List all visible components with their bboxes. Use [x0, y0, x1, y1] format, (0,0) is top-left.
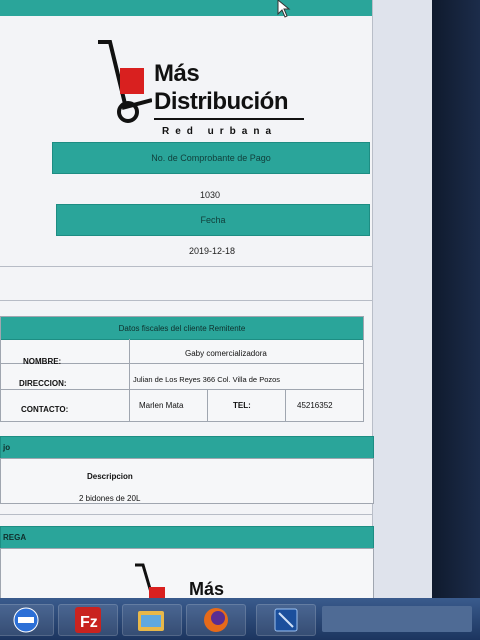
client-title-text: Datos fiscales del cliente Remitente — [118, 323, 246, 333]
items-section-label: jo — [3, 443, 11, 452]
entrega-content: Más — [0, 548, 374, 598]
mouse-cursor-icon — [277, 0, 291, 18]
screen: Más Distribución Red urbana No. de Compr… — [0, 0, 432, 598]
receipt-document: Más Distribución Red urbana No. de Compr… — [0, 0, 374, 598]
client-table-title: Datos fiscales del cliente Remitente — [1, 317, 363, 340]
comprobante-header: No. de Comprobante de Pago — [52, 142, 370, 174]
divider — [0, 514, 372, 515]
fecha-value: 2019-12-18 — [188, 246, 236, 256]
client-table: Datos fiscales del cliente Remitente NOM… — [0, 316, 364, 422]
comprobante-label: No. de Comprobante de Pago — [151, 153, 271, 163]
items-table: Descripcion 2 bidones de 20L — [0, 458, 374, 504]
tel-label: TEL: — [233, 400, 251, 410]
nombre-label: NOMBRE: — [23, 356, 62, 366]
handtruck-icon — [98, 40, 152, 123]
nombre-value: Gaby comercializadora — [185, 348, 267, 358]
entrega-section-header: REGA — [0, 526, 374, 550]
comprobante-value: 1030 — [199, 190, 221, 200]
items-section-header: jo — [0, 436, 374, 460]
taskbar: Fz — [0, 598, 480, 640]
svg-text:Fz: Fz — [80, 614, 98, 631]
fecha-label: Fecha — [200, 215, 226, 225]
taskbar-search-area[interactable] — [322, 606, 472, 632]
fecha-header: Fecha — [56, 204, 370, 236]
logo-partial: Más — [189, 579, 225, 598]
firefox-icon — [204, 608, 228, 632]
taskbar-app-5[interactable] — [256, 604, 316, 636]
file-manager-icon — [138, 611, 164, 631]
contacto-label: CONTACTO: — [21, 404, 69, 414]
company-logo: Más Distribución Red urbana — [92, 36, 322, 137]
divider — [0, 300, 372, 301]
descripcion-header: Descripcion — [87, 471, 133, 481]
descripcion-value: 2 bidones de 20L — [79, 493, 141, 503]
app-window-icon — [274, 608, 298, 632]
taskbar-app-1[interactable] — [0, 604, 54, 636]
screen-bezel — [432, 0, 480, 598]
col-divider — [207, 389, 208, 421]
col-divider — [129, 339, 130, 421]
taskbar-app-4[interactable] — [186, 604, 246, 636]
taskbar-app-2[interactable]: Fz — [58, 604, 118, 636]
logo-tagline: Red urbana — [162, 126, 278, 137]
entrega-section-label: REGA — [3, 533, 27, 542]
logo-underline — [154, 118, 304, 120]
filezilla-icon: Fz — [75, 607, 101, 633]
contacto-value: Marlen Mata — [139, 400, 184, 410]
top-teal-strip — [0, 0, 372, 16]
logo-line1: Más — [154, 60, 200, 87]
col-divider — [285, 389, 286, 421]
logo-line2: Distribución — [154, 88, 289, 115]
direccion-value: Julian de Los Reyes 366 Col. Villa de Po… — [133, 374, 281, 384]
tel-value: 45216352 — [297, 400, 333, 410]
no-entry-icon — [13, 607, 39, 633]
direccion-label: DIRECCION: — [19, 378, 67, 388]
taskbar-app-3[interactable] — [122, 604, 182, 636]
handtruck-icon — [135, 563, 165, 598]
divider — [0, 266, 372, 267]
